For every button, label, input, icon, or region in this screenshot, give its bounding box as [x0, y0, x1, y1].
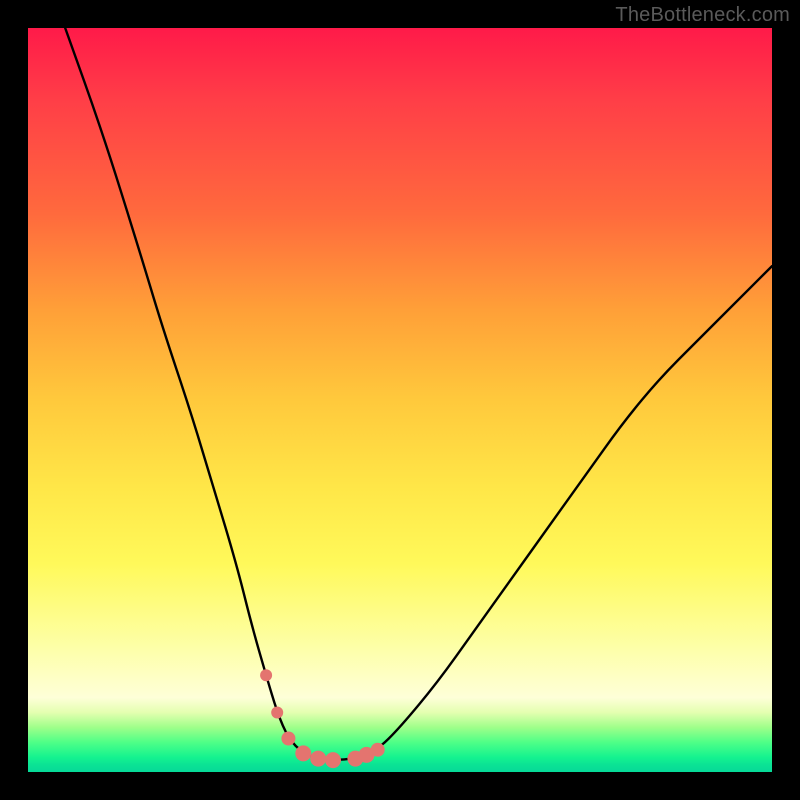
chart-frame: TheBottleneck.com: [0, 0, 800, 800]
highlight-dot: [260, 669, 272, 681]
highlight-dot: [325, 752, 341, 768]
highlight-dot: [371, 743, 385, 757]
highlight-dot: [310, 751, 326, 767]
highlight-dot: [271, 707, 283, 719]
highlight-dot: [281, 732, 295, 746]
plot-area: [28, 28, 772, 772]
watermark-text: TheBottleneck.com: [615, 4, 790, 27]
curve-layer: [28, 28, 772, 772]
highlight-dot: [295, 745, 311, 761]
bottleneck-curve: [65, 28, 772, 760]
